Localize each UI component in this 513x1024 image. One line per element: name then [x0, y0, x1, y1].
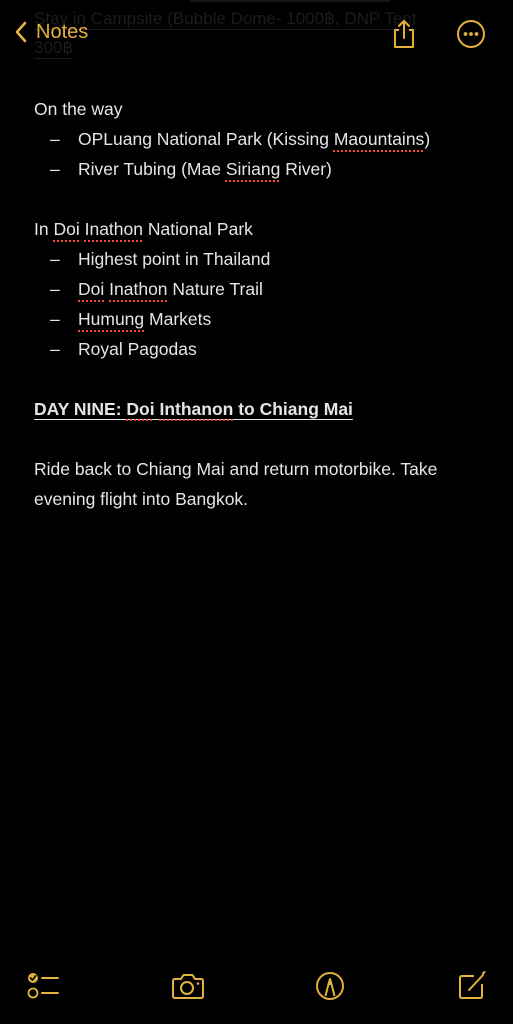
misspelled-word[interactable]: Humung	[78, 309, 144, 329]
list-item: – Royal Pagodas	[34, 334, 483, 364]
misspelled-word[interactable]: Siriang	[226, 159, 280, 179]
bullet-dash: –	[50, 279, 60, 299]
bottom-toolbar	[0, 954, 513, 1024]
list-item-text: Highest point in Thailand	[78, 249, 271, 269]
chevron-left-icon	[15, 21, 27, 43]
note-body[interactable]: On the way – OPLuang National Park (Kiss…	[34, 94, 483, 514]
list-item-text: River Tubing (Mae Siriang River)	[78, 154, 332, 184]
text-segment: OPLuang National Park (Kissing	[78, 129, 334, 149]
misspelled-word[interactable]: Doi	[126, 399, 154, 419]
compose-icon	[459, 971, 486, 999]
misspelled-word[interactable]: Doi	[53, 219, 79, 239]
compose-button[interactable]	[452, 966, 492, 1006]
list-item-text: OPLuang National Park (Kissing Maountain…	[78, 124, 430, 154]
checklist-button[interactable]	[24, 966, 64, 1006]
list-item: – OPLuang National Park (Kissing Maounta…	[34, 124, 483, 154]
camera-icon	[172, 974, 204, 999]
text-segment: )	[424, 129, 431, 149]
list-item: – River Tubing (Mae Siriang River)	[34, 154, 483, 184]
text-segment: DAY NINE:	[34, 399, 127, 419]
misspelled-word[interactable]: Inathon	[85, 219, 143, 239]
markup-button[interactable]	[310, 966, 350, 1006]
share-button[interactable]	[388, 18, 420, 50]
list-item-text: Humung Markets	[78, 304, 211, 334]
text-segment: Markets	[144, 309, 212, 329]
section-title: On the way	[34, 99, 123, 119]
misspelled-word[interactable]: Doi	[78, 279, 104, 299]
checklist-icon	[27, 973, 59, 999]
list-item: – Highest point in Thailand	[34, 244, 483, 274]
body-paragraph: Ride back to Chiang Mai and return motor…	[34, 459, 438, 509]
back-label: Notes	[36, 20, 89, 43]
navigation-bar: Notes	[0, 0, 513, 70]
bullet-dash: –	[50, 309, 60, 329]
day-heading: DAY NINE: Doi Inthanon to Chiang Mai	[34, 394, 483, 424]
list-item: – Doi Inathon Nature Trail	[34, 274, 483, 304]
text-segment: to Chiang Mai	[233, 399, 353, 419]
share-icon	[394, 20, 414, 48]
text-segment: River)	[280, 159, 332, 179]
misspelled-word[interactable]: Inthanon	[159, 399, 233, 419]
misspelled-word[interactable]: Inathon	[109, 279, 167, 299]
misspelled-word[interactable]: Maountains	[334, 129, 424, 149]
text-segment: Nature Trail	[167, 279, 263, 299]
list-item: – Humung Markets	[34, 304, 483, 334]
list-item-text: Doi Inathon Nature Trail	[78, 274, 263, 304]
ellipsis-circle-icon	[457, 20, 485, 48]
text-segment: River Tubing (Mae	[78, 159, 226, 179]
text-segment: National Park	[143, 219, 253, 239]
list-item-text: Royal Pagodas	[78, 339, 197, 359]
bullet-dash: –	[50, 159, 60, 179]
back-button[interactable]: Notes	[14, 20, 88, 44]
bullet-dash: –	[50, 339, 60, 359]
text-segment: In	[34, 219, 54, 239]
bullet-dash: –	[50, 129, 60, 149]
markup-pen-icon	[316, 972, 344, 1000]
more-button[interactable]	[455, 18, 487, 50]
camera-button[interactable]	[168, 966, 208, 1006]
section-title: In Doi Inathon National Park	[34, 214, 483, 244]
bullet-dash: –	[50, 249, 60, 269]
